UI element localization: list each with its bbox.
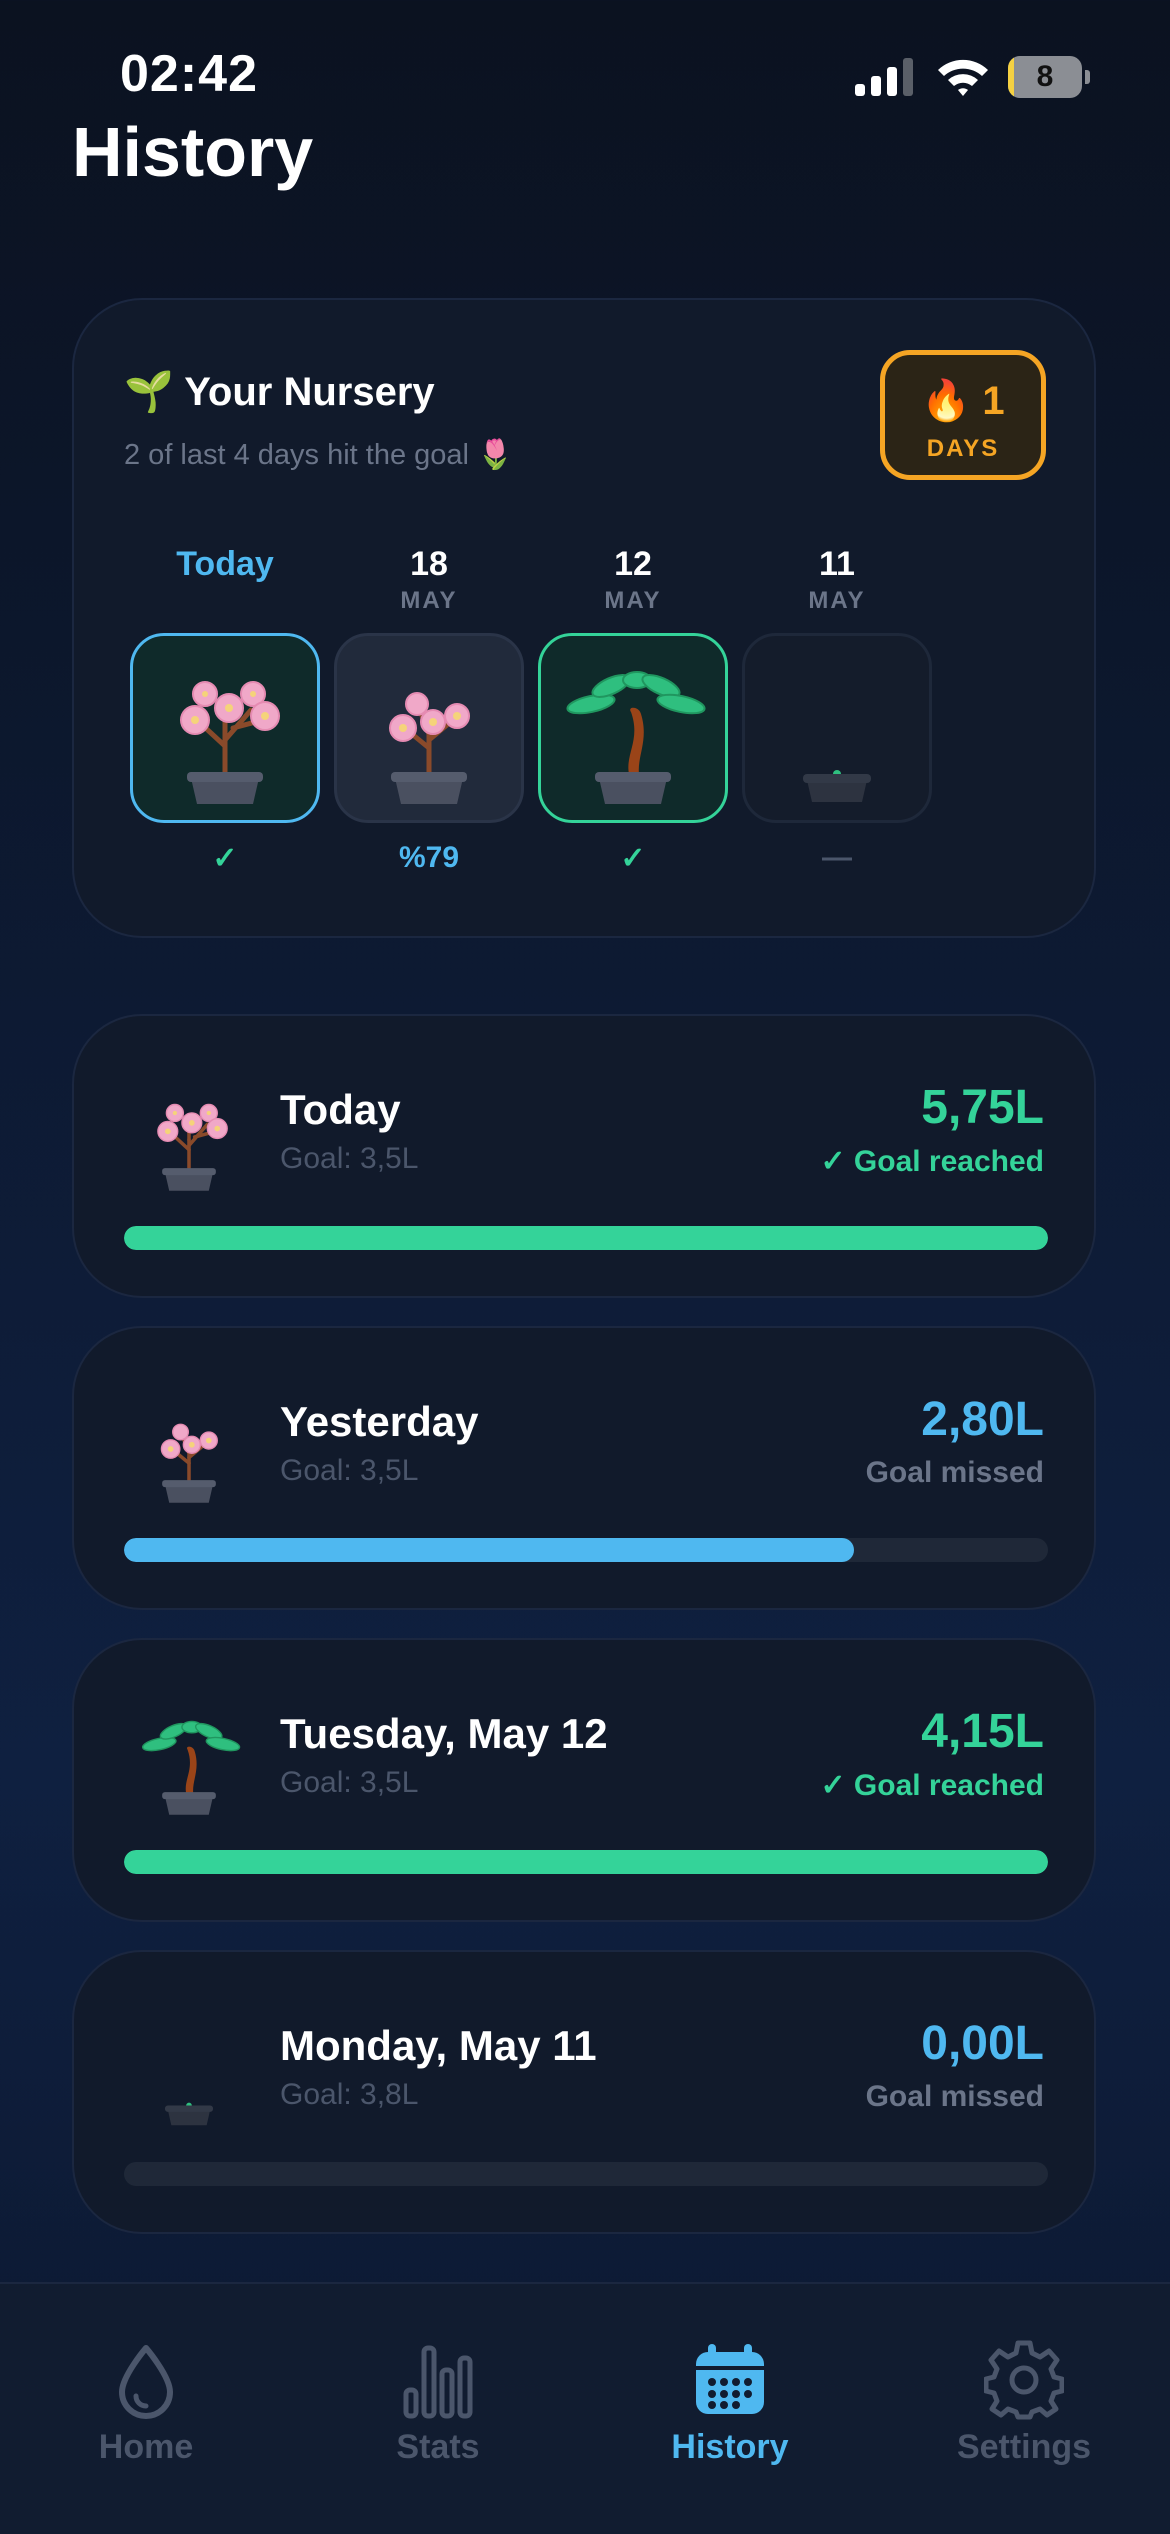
progress-fill <box>124 1226 1048 1250</box>
progress-fill <box>124 1850 1048 1874</box>
battery-percent: 8 <box>1036 60 1054 93</box>
log-amount: 0,00L <box>921 2017 1044 2070</box>
nursery-card: 🌱 Your Nursery 2 of last 4 days hit the … <box>72 298 1096 938</box>
day-plant-tile[interactable] <box>742 633 932 823</box>
nursery-day[interactable]: Today ✓ <box>130 545 320 881</box>
streak-badge[interactable]: 🔥 1 DAYS <box>880 350 1046 480</box>
bar-chart-icon <box>403 2345 473 2419</box>
tab-bar: Home Stats History Settings <box>0 2282 1170 2534</box>
nursery-day[interactable]: 12 MAY ✓ <box>538 545 728 881</box>
gear-icon <box>984 2340 1064 2420</box>
log-day-title: Today <box>280 1086 401 1133</box>
log-day-title: Tuesday, May 12 <box>280 1710 608 1757</box>
day-month <box>130 587 320 621</box>
log-status: ✓ Goal reached <box>820 1145 1044 1178</box>
battery-icon: 8 <box>1008 56 1090 98</box>
plant-icon <box>124 1384 254 1514</box>
tab-label: Stats <box>396 2428 480 2466</box>
day-label: Today <box>176 545 274 583</box>
log-amount: 2,80L <box>921 1393 1044 1446</box>
day-month: MAY <box>604 587 662 614</box>
log-goal: Goal: 3,5L <box>280 1142 419 1175</box>
day-status: — <box>822 841 852 874</box>
day-log-card[interactable]: Monday, May 11 Goal: 3,8L 0,00L Goal mis… <box>72 1950 1096 2234</box>
log-day-title: Monday, May 11 <box>280 2022 597 2069</box>
tab-home[interactable]: Home <box>26 2340 266 2467</box>
log-goal: Goal: 3,8L <box>280 2078 419 2111</box>
day-month: MAY <box>400 587 458 614</box>
progress-bar <box>124 1226 1048 1250</box>
nursery-title: 🌱 Your Nursery <box>124 370 435 414</box>
log-amount: 5,75L <box>921 1081 1044 1134</box>
progress-bar <box>124 1538 1048 1562</box>
log-status: Goal missed <box>865 1456 1044 1489</box>
day-label: 18 <box>410 545 448 583</box>
nursery-day[interactable]: 11 MAY — <box>742 545 932 881</box>
log-amount: 4,15L <box>921 1705 1044 1758</box>
tab-history[interactable]: History <box>610 2340 850 2467</box>
nursery-subtitle: 2 of last 4 days hit the goal 🌷 <box>124 439 514 471</box>
clock: 02:42 <box>120 45 258 103</box>
streak-unit: DAYS <box>926 435 1000 462</box>
log-status: Goal missed <box>865 2080 1044 2113</box>
page-title: History <box>72 113 314 191</box>
cellular-signal-icon <box>855 58 913 96</box>
tab-label: Home <box>98 2428 194 2466</box>
tab-stats[interactable]: Stats <box>318 2340 558 2467</box>
nursery-day[interactable]: 18 MAY %79 <box>334 545 524 881</box>
tab-settings[interactable]: Settings <box>904 2340 1144 2467</box>
day-log-card[interactable]: Yesterday Goal: 3,5L 2,80L Goal missed <box>72 1326 1096 1610</box>
progress-bar <box>124 2162 1048 2186</box>
plant-icon <box>124 1072 254 1202</box>
log-status: ✓ Goal reached <box>820 1769 1044 1802</box>
day-status: ✓ <box>620 842 646 875</box>
wifi-icon <box>938 59 988 96</box>
day-status: ✓ <box>212 842 238 875</box>
day-log-card[interactable]: Today Goal: 3,5L 5,75L ✓ Goal reached <box>72 1014 1096 1298</box>
progress-bar <box>124 1850 1048 1874</box>
plant-icon <box>124 2008 254 2138</box>
plant-icon <box>124 1696 254 1826</box>
progress-fill <box>124 1538 854 1562</box>
droplet-icon <box>119 2345 173 2419</box>
log-goal: Goal: 3,5L <box>280 1454 419 1487</box>
day-label: 11 <box>819 545 855 583</box>
day-log-card[interactable]: Tuesday, May 12 Goal: 3,5L 4,15L ✓ Goal … <box>72 1638 1096 1922</box>
day-label: 12 <box>614 545 652 583</box>
day-status: %79 <box>398 841 460 874</box>
day-plant-tile[interactable] <box>334 633 524 823</box>
day-plant-tile[interactable] <box>130 633 320 823</box>
calendar-icon <box>696 2344 764 2414</box>
log-goal: Goal: 3,5L <box>280 1766 419 1799</box>
day-plant-tile[interactable] <box>538 633 728 823</box>
tab-label: Settings <box>956 2428 1092 2466</box>
streak-count: 🔥 1 <box>921 379 1005 423</box>
tab-label: History <box>671 2428 789 2466</box>
log-day-title: Yesterday <box>280 1398 479 1445</box>
day-month: MAY <box>808 587 866 614</box>
